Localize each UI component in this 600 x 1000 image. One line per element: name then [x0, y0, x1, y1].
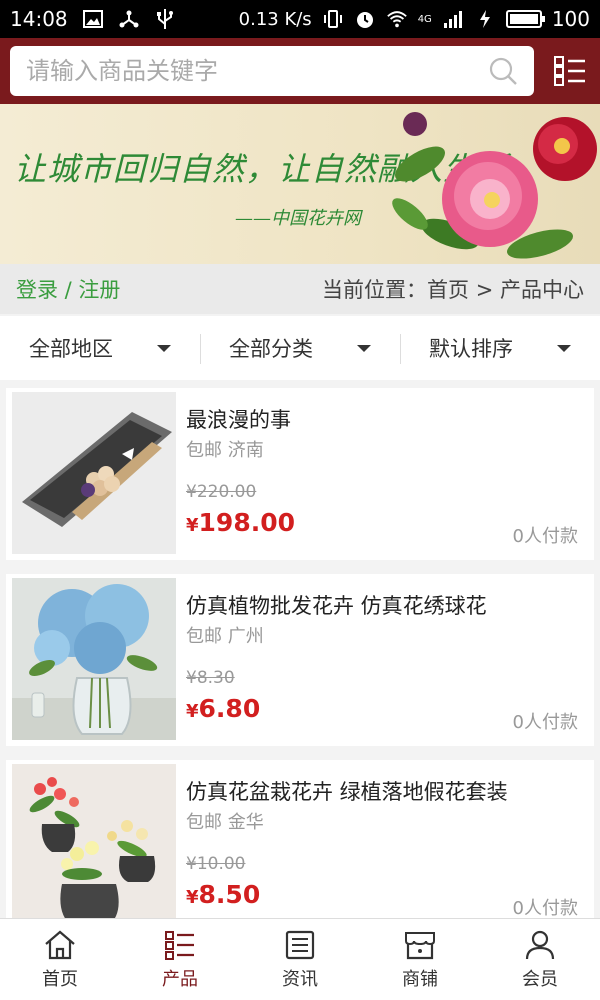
battery-level: 100 — [551, 7, 590, 31]
currency-symbol: ¥ — [186, 701, 199, 722]
product-image-potted-artificial-flowers[interactable] — [12, 764, 176, 926]
product-old-price: ¥220.00 — [186, 482, 257, 502]
cell-signal-icon — [442, 8, 464, 30]
product-price-value: 6.80 — [198, 694, 261, 723]
currency-symbol: ¥ — [186, 887, 199, 908]
charging-icon — [474, 8, 496, 30]
product-list: 最浪漫的事 包邮 济南 ¥220.00 ¥198.00 0人付款 仿真植物批发花… — [0, 388, 600, 946]
product-price-value: 198.00 — [198, 508, 296, 537]
status-bar: 14:08 0.13 K/s 4G 100 — [0, 0, 600, 38]
product-old-price: ¥10.00 — [186, 854, 246, 874]
product-sold-count: 0人付款 — [512, 712, 578, 733]
product-card[interactable]: 仿真植物批发花卉 仿真花绣球花 包邮 广州 ¥8.30 ¥6.80 0人付款 — [6, 574, 594, 746]
filter-sort[interactable]: 默认排序 — [400, 316, 600, 380]
app-header — [0, 38, 600, 104]
alarm-icon — [354, 8, 376, 30]
search-box[interactable] — [10, 46, 534, 96]
product-name[interactable]: 最浪漫的事 — [186, 404, 291, 434]
category-menu-icon[interactable] — [554, 56, 586, 86]
tab-home-label: 首页 — [42, 968, 78, 990]
caret-down-icon — [157, 344, 171, 352]
filter-bar: 全部地区 全部分类 默认排序 — [0, 316, 600, 380]
tab-home[interactable]: 首页 — [0, 919, 120, 1000]
product-price: ¥198.00 — [186, 508, 295, 537]
product-sold-count: 0人付款 — [512, 898, 578, 919]
tab-products[interactable]: 产品 — [120, 919, 240, 1000]
filter-category-label: 全部分类 — [229, 337, 313, 361]
product-price: ¥6.80 — [186, 694, 260, 723]
search-icon[interactable] — [488, 56, 518, 86]
filter-category[interactable]: 全部分类 — [200, 316, 400, 380]
filter-sort-label: 默认排序 — [429, 337, 513, 361]
network-speed: 0.13 K/s — [238, 8, 312, 30]
product-image-blue-hydrangea-vase[interactable] — [12, 578, 176, 740]
tab-store-label: 商铺 — [402, 968, 438, 990]
search-input[interactable] — [26, 57, 488, 85]
wifi-icon — [386, 8, 408, 30]
tab-store[interactable]: 商铺 — [360, 919, 480, 1000]
product-price-value: 8.50 — [198, 880, 261, 909]
news-icon — [285, 930, 315, 959]
bottom-tab-bar: 首页 产品 资讯 商铺 会员 — [0, 918, 600, 1000]
currency-symbol: ¥ — [186, 515, 199, 536]
tab-products-label: 产品 — [162, 968, 198, 990]
product-shipping: 包邮 金华 — [186, 812, 264, 833]
tab-member-label: 会员 — [522, 968, 558, 990]
breadcrumb: 当前位置：首页 > 产品中心 — [322, 278, 584, 302]
status-time: 14:08 — [10, 7, 68, 31]
image-icon — [82, 8, 104, 30]
product-image-rose-gift-box[interactable] — [12, 392, 176, 554]
share-icon — [118, 8, 140, 30]
store-icon — [405, 931, 435, 959]
product-shipping: 包邮 广州 — [186, 626, 264, 647]
login-register-link[interactable]: 登录 / 注册 — [16, 274, 120, 304]
tab-news-label: 资讯 — [282, 968, 318, 990]
usb-icon — [154, 8, 176, 30]
product-old-price: ¥8.30 — [186, 668, 235, 688]
peony-illustration — [392, 112, 597, 259]
list-icon — [165, 930, 194, 960]
product-name[interactable]: 仿真植物批发花卉 仿真花绣球花 — [186, 590, 487, 620]
promo-banner[interactable]: 让城市回归自然，让自然融入生活 ——中国花卉网 — [0, 104, 600, 264]
signal-label: 4G — [417, 13, 432, 25]
location-bar: 登录 / 注册 当前位置：首页 > 产品中心 — [0, 264, 600, 314]
product-price: ¥8.50 — [186, 880, 260, 909]
product-shipping: 包邮 济南 — [186, 440, 264, 461]
vibrate-icon — [322, 8, 344, 30]
product-card[interactable]: 最浪漫的事 包邮 济南 ¥220.00 ¥198.00 0人付款 — [6, 388, 594, 560]
tab-member[interactable]: 会员 — [480, 919, 600, 1000]
product-name[interactable]: 仿真花盆栽花卉 绿植落地假花套装 — [186, 776, 508, 806]
caret-down-icon — [357, 344, 371, 352]
battery-icon — [505, 10, 545, 28]
filter-region[interactable]: 全部地区 — [0, 316, 200, 380]
user-icon — [525, 930, 555, 959]
tab-news[interactable]: 资讯 — [240, 919, 360, 1000]
caret-down-icon — [557, 344, 571, 352]
home-icon — [45, 930, 75, 959]
filter-region-label: 全部地区 — [29, 337, 113, 361]
banner-signature: ——中国花卉网 — [235, 208, 361, 229]
product-card[interactable]: 仿真花盆栽花卉 绿植落地假花套装 包邮 金华 ¥10.00 ¥8.50 0人付款 — [6, 760, 594, 932]
product-sold-count: 0人付款 — [512, 526, 578, 547]
